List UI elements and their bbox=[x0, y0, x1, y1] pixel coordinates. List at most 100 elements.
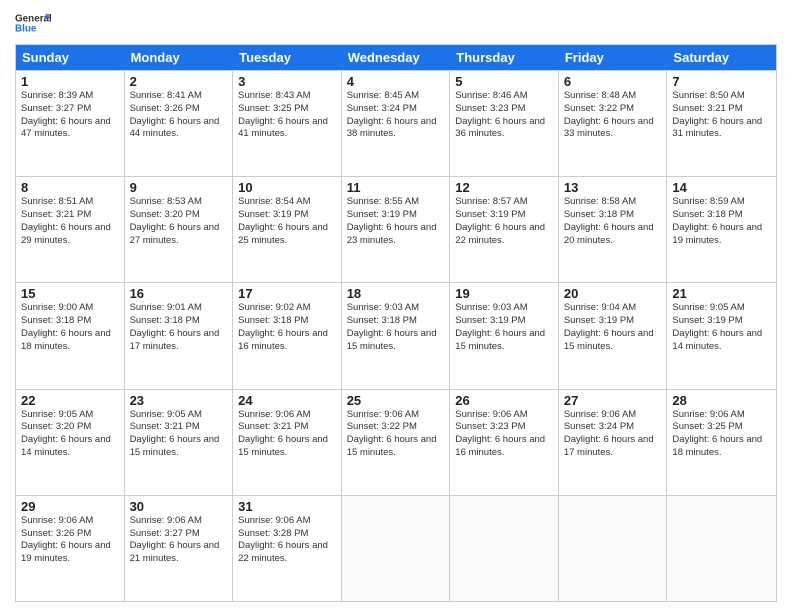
day-cell-27: 27Sunrise: 9:06 AMSunset: 3:24 PMDayligh… bbox=[559, 390, 668, 495]
day-cell-17: 17Sunrise: 9:02 AMSunset: 3:18 PMDayligh… bbox=[233, 283, 342, 388]
day-number-28: 28 bbox=[672, 393, 771, 408]
day-number-27: 27 bbox=[564, 393, 662, 408]
day-number-20: 20 bbox=[564, 286, 662, 301]
day-info-8: Sunrise: 8:51 AMSunset: 3:21 PMDaylight:… bbox=[21, 196, 119, 247]
day-cell-29: 29Sunrise: 9:06 AMSunset: 3:26 PMDayligh… bbox=[16, 496, 125, 601]
empty-cell-w5-d4 bbox=[450, 496, 559, 601]
day-info-11: Sunrise: 8:55 AMSunset: 3:19 PMDaylight:… bbox=[347, 196, 445, 247]
day-cell-1: 1Sunrise: 8:39 AMSunset: 3:27 PMDaylight… bbox=[16, 71, 125, 176]
day-cell-10: 10Sunrise: 8:54 AMSunset: 3:19 PMDayligh… bbox=[233, 177, 342, 282]
day-cell-14: 14Sunrise: 8:59 AMSunset: 3:18 PMDayligh… bbox=[667, 177, 776, 282]
day-number-2: 2 bbox=[130, 74, 228, 89]
day-cell-20: 20Sunrise: 9:04 AMSunset: 3:19 PMDayligh… bbox=[559, 283, 668, 388]
day-cell-26: 26Sunrise: 9:06 AMSunset: 3:23 PMDayligh… bbox=[450, 390, 559, 495]
week-row-2: 8Sunrise: 8:51 AMSunset: 3:21 PMDaylight… bbox=[16, 176, 776, 282]
day-number-11: 11 bbox=[347, 180, 445, 195]
header-day-monday: Monday bbox=[125, 45, 234, 70]
day-info-18: Sunrise: 9:03 AMSunset: 3:18 PMDaylight:… bbox=[347, 302, 445, 353]
day-info-10: Sunrise: 8:54 AMSunset: 3:19 PMDaylight:… bbox=[238, 196, 336, 247]
calendar: SundayMondayTuesdayWednesdayThursdayFrid… bbox=[15, 44, 777, 602]
day-number-22: 22 bbox=[21, 393, 119, 408]
day-info-23: Sunrise: 9:05 AMSunset: 3:21 PMDaylight:… bbox=[130, 409, 228, 460]
day-number-21: 21 bbox=[672, 286, 771, 301]
day-info-9: Sunrise: 8:53 AMSunset: 3:20 PMDaylight:… bbox=[130, 196, 228, 247]
day-info-14: Sunrise: 8:59 AMSunset: 3:18 PMDaylight:… bbox=[672, 196, 771, 247]
day-info-7: Sunrise: 8:50 AMSunset: 3:21 PMDaylight:… bbox=[672, 90, 771, 141]
day-cell-23: 23Sunrise: 9:05 AMSunset: 3:21 PMDayligh… bbox=[125, 390, 234, 495]
svg-text:Blue: Blue bbox=[15, 23, 37, 34]
day-number-5: 5 bbox=[455, 74, 553, 89]
day-info-1: Sunrise: 8:39 AMSunset: 3:27 PMDaylight:… bbox=[21, 90, 119, 141]
day-info-16: Sunrise: 9:01 AMSunset: 3:18 PMDaylight:… bbox=[130, 302, 228, 353]
day-number-4: 4 bbox=[347, 74, 445, 89]
day-info-6: Sunrise: 8:48 AMSunset: 3:22 PMDaylight:… bbox=[564, 90, 662, 141]
day-info-29: Sunrise: 9:06 AMSunset: 3:26 PMDaylight:… bbox=[21, 515, 119, 566]
day-info-20: Sunrise: 9:04 AMSunset: 3:19 PMDaylight:… bbox=[564, 302, 662, 353]
day-cell-24: 24Sunrise: 9:06 AMSunset: 3:21 PMDayligh… bbox=[233, 390, 342, 495]
day-number-9: 9 bbox=[130, 180, 228, 195]
day-cell-11: 11Sunrise: 8:55 AMSunset: 3:19 PMDayligh… bbox=[342, 177, 451, 282]
day-info-22: Sunrise: 9:05 AMSunset: 3:20 PMDaylight:… bbox=[21, 409, 119, 460]
day-info-31: Sunrise: 9:06 AMSunset: 3:28 PMDaylight:… bbox=[238, 515, 336, 566]
day-info-27: Sunrise: 9:06 AMSunset: 3:24 PMDaylight:… bbox=[564, 409, 662, 460]
day-number-19: 19 bbox=[455, 286, 553, 301]
day-cell-31: 31Sunrise: 9:06 AMSunset: 3:28 PMDayligh… bbox=[233, 496, 342, 601]
day-number-8: 8 bbox=[21, 180, 119, 195]
day-number-13: 13 bbox=[564, 180, 662, 195]
week-row-1: 1Sunrise: 8:39 AMSunset: 3:27 PMDaylight… bbox=[16, 70, 776, 176]
day-number-18: 18 bbox=[347, 286, 445, 301]
day-cell-9: 9Sunrise: 8:53 AMSunset: 3:20 PMDaylight… bbox=[125, 177, 234, 282]
logo-image: General Blue bbox=[15, 10, 51, 38]
day-cell-21: 21Sunrise: 9:05 AMSunset: 3:19 PMDayligh… bbox=[667, 283, 776, 388]
week-row-3: 15Sunrise: 9:00 AMSunset: 3:18 PMDayligh… bbox=[16, 282, 776, 388]
day-cell-15: 15Sunrise: 9:00 AMSunset: 3:18 PMDayligh… bbox=[16, 283, 125, 388]
day-number-23: 23 bbox=[130, 393, 228, 408]
header: General Blue bbox=[15, 10, 777, 38]
day-number-10: 10 bbox=[238, 180, 336, 195]
day-number-31: 31 bbox=[238, 499, 336, 514]
day-info-19: Sunrise: 9:03 AMSunset: 3:19 PMDaylight:… bbox=[455, 302, 553, 353]
day-cell-8: 8Sunrise: 8:51 AMSunset: 3:21 PMDaylight… bbox=[16, 177, 125, 282]
week-row-5: 29Sunrise: 9:06 AMSunset: 3:26 PMDayligh… bbox=[16, 495, 776, 601]
header-day-thursday: Thursday bbox=[450, 45, 559, 70]
empty-cell-w5-d3 bbox=[342, 496, 451, 601]
day-info-25: Sunrise: 9:06 AMSunset: 3:22 PMDaylight:… bbox=[347, 409, 445, 460]
day-number-16: 16 bbox=[130, 286, 228, 301]
day-info-17: Sunrise: 9:02 AMSunset: 3:18 PMDaylight:… bbox=[238, 302, 336, 353]
day-number-7: 7 bbox=[672, 74, 771, 89]
header-day-wednesday: Wednesday bbox=[342, 45, 451, 70]
day-cell-16: 16Sunrise: 9:01 AMSunset: 3:18 PMDayligh… bbox=[125, 283, 234, 388]
day-cell-28: 28Sunrise: 9:06 AMSunset: 3:25 PMDayligh… bbox=[667, 390, 776, 495]
day-cell-5: 5Sunrise: 8:46 AMSunset: 3:23 PMDaylight… bbox=[450, 71, 559, 176]
day-number-25: 25 bbox=[347, 393, 445, 408]
header-day-saturday: Saturday bbox=[667, 45, 776, 70]
empty-cell-w5-d5 bbox=[559, 496, 668, 601]
header-day-sunday: Sunday bbox=[16, 45, 125, 70]
day-cell-12: 12Sunrise: 8:57 AMSunset: 3:19 PMDayligh… bbox=[450, 177, 559, 282]
day-cell-18: 18Sunrise: 9:03 AMSunset: 3:18 PMDayligh… bbox=[342, 283, 451, 388]
page: General Blue SundayMondayTuesdayWednesda… bbox=[0, 0, 792, 612]
week-row-4: 22Sunrise: 9:05 AMSunset: 3:20 PMDayligh… bbox=[16, 389, 776, 495]
day-info-4: Sunrise: 8:45 AMSunset: 3:24 PMDaylight:… bbox=[347, 90, 445, 141]
day-info-3: Sunrise: 8:43 AMSunset: 3:25 PMDaylight:… bbox=[238, 90, 336, 141]
logo: General Blue bbox=[15, 10, 51, 38]
day-info-2: Sunrise: 8:41 AMSunset: 3:26 PMDaylight:… bbox=[130, 90, 228, 141]
day-info-24: Sunrise: 9:06 AMSunset: 3:21 PMDaylight:… bbox=[238, 409, 336, 460]
day-info-15: Sunrise: 9:00 AMSunset: 3:18 PMDaylight:… bbox=[21, 302, 119, 353]
day-number-17: 17 bbox=[238, 286, 336, 301]
day-number-14: 14 bbox=[672, 180, 771, 195]
day-cell-22: 22Sunrise: 9:05 AMSunset: 3:20 PMDayligh… bbox=[16, 390, 125, 495]
day-number-24: 24 bbox=[238, 393, 336, 408]
day-number-29: 29 bbox=[21, 499, 119, 514]
day-info-26: Sunrise: 9:06 AMSunset: 3:23 PMDaylight:… bbox=[455, 409, 553, 460]
empty-cell-w5-d6 bbox=[667, 496, 776, 601]
calendar-body: 1Sunrise: 8:39 AMSunset: 3:27 PMDaylight… bbox=[16, 70, 776, 601]
day-cell-19: 19Sunrise: 9:03 AMSunset: 3:19 PMDayligh… bbox=[450, 283, 559, 388]
day-number-30: 30 bbox=[130, 499, 228, 514]
day-cell-3: 3Sunrise: 8:43 AMSunset: 3:25 PMDaylight… bbox=[233, 71, 342, 176]
day-number-15: 15 bbox=[21, 286, 119, 301]
day-number-3: 3 bbox=[238, 74, 336, 89]
day-info-5: Sunrise: 8:46 AMSunset: 3:23 PMDaylight:… bbox=[455, 90, 553, 141]
header-day-friday: Friday bbox=[559, 45, 668, 70]
day-info-12: Sunrise: 8:57 AMSunset: 3:19 PMDaylight:… bbox=[455, 196, 553, 247]
